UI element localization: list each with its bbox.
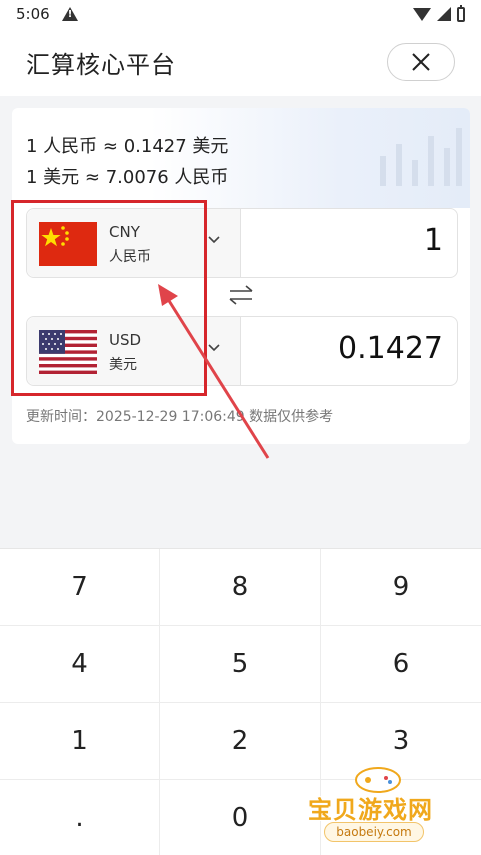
key-decimal[interactable]: . (0, 780, 160, 855)
key-4[interactable]: 4 (0, 626, 160, 703)
watermark-url: baobeiy.com (324, 822, 424, 842)
key-2[interactable]: 2 (160, 703, 321, 780)
key-9[interactable]: 9 (321, 549, 481, 626)
key-6[interactable]: 6 (321, 626, 481, 703)
key-8[interactable]: 8 (160, 549, 321, 626)
key-7[interactable]: 7 (0, 549, 160, 626)
key-1[interactable]: 1 (0, 703, 160, 780)
key-0[interactable]: 0 (160, 780, 321, 855)
watermark-text: 宝贝游戏网 (308, 796, 433, 824)
watermark-logo: 宝贝游戏网 baobeiy.com (302, 762, 452, 850)
key-5[interactable]: 5 (160, 626, 321, 703)
